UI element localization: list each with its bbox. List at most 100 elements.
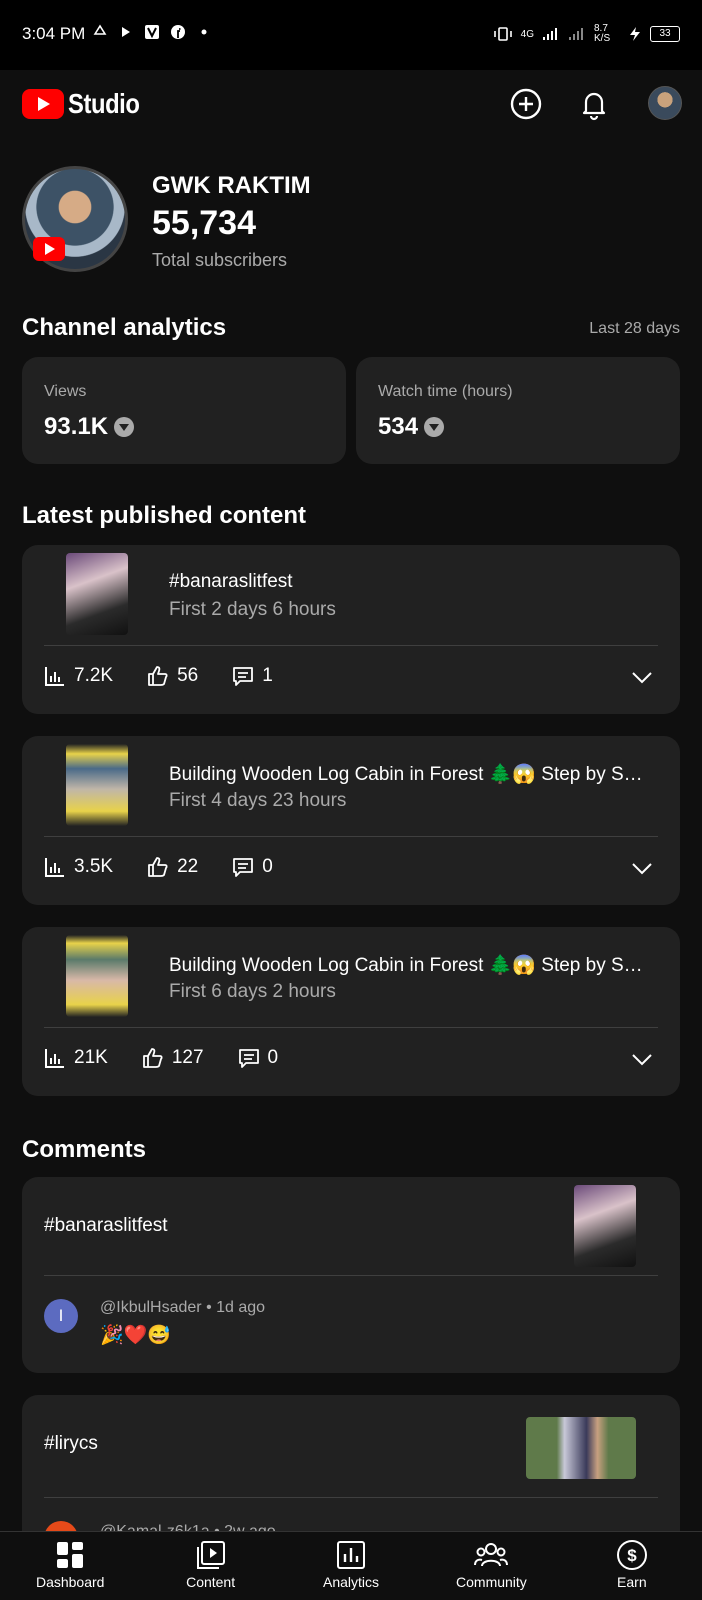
- comment-text: 🎉❤️😅: [100, 1325, 171, 1346]
- comments-count: 0: [267, 1047, 279, 1068]
- video-title: Building Wooden Log Cabin in Forest 🌲😱 S…: [169, 955, 647, 976]
- comment-video-title: #lirycs: [44, 1433, 98, 1454]
- views-label: Views: [44, 383, 87, 400]
- bar-chart-icon: [45, 667, 64, 686]
- subscriber-count: 55,734: [152, 204, 256, 242]
- views-count: 3.5K: [74, 856, 114, 877]
- views-count: 21K: [74, 1047, 108, 1068]
- nav-content[interactable]: Content: [140, 1532, 280, 1600]
- status-bar: 3:04 PM 4G 8.7 K/S 33: [0, 0, 702, 70]
- channel-avatar[interactable]: [22, 166, 128, 272]
- watch-time-label: Watch time (hours): [378, 383, 513, 400]
- divider: [44, 1275, 658, 1276]
- vibrate-icon: [493, 27, 512, 41]
- nav-community[interactable]: Community: [421, 1532, 561, 1600]
- divider: [44, 836, 658, 837]
- likes-metric: 22: [147, 856, 198, 878]
- comment-video-title: #banaraslitfest: [44, 1215, 168, 1236]
- watch-time-number: 534: [378, 413, 419, 440]
- like-icon: [148, 666, 168, 686]
- comment-video-thumbnail: [574, 1185, 636, 1267]
- content-icon: [196, 1541, 225, 1569]
- nav-earn[interactable]: $ Earn: [562, 1532, 702, 1600]
- chevron-down-icon[interactable]: [630, 1047, 654, 1071]
- views-count: 7.2K: [74, 665, 114, 686]
- bar-chart-icon: [45, 858, 64, 877]
- youtube-icon: [22, 89, 64, 119]
- nav-analytics-label: Analytics: [323, 1574, 380, 1590]
- content-card[interactable]: Building Wooden Log Cabin in Forest 🌲😱 S…: [22, 736, 680, 905]
- views-metric: 7.2K: [44, 665, 113, 687]
- signal-icon: [543, 28, 557, 40]
- likes-metric: 127: [142, 1047, 204, 1069]
- video-metrics: 7.2K 56 1: [44, 665, 307, 687]
- app-header: Studio: [0, 70, 702, 138]
- divider: [44, 1027, 658, 1028]
- dashboard-icon: [57, 1542, 84, 1568]
- signal-icon-2: [569, 28, 583, 40]
- video-period: First 2 days 6 hours: [169, 599, 336, 620]
- app-name: Studio: [68, 88, 140, 119]
- bar-chart-icon: [45, 1049, 64, 1068]
- comment-author: @IkbulHsader • 1d ago: [100, 1299, 266, 1316]
- v-app-icon: [145, 25, 159, 39]
- video-title: #banaraslitfest: [169, 571, 293, 592]
- nav-content-label: Content: [186, 1574, 236, 1590]
- status-time: 3:04 PM: [22, 24, 86, 43]
- chevron-down-icon[interactable]: [630, 665, 654, 689]
- comment-icon: [233, 858, 254, 877]
- latest-content-title: Latest published content: [22, 502, 307, 529]
- youtube-studio-logo[interactable]: Studio: [22, 88, 152, 120]
- create-icon[interactable]: [508, 86, 544, 122]
- channel-name: GWK RAKTIM: [152, 172, 311, 199]
- notification-icons: [92, 24, 212, 40]
- subscriber-label: Total subscribers: [152, 250, 288, 270]
- comments-metric: 1: [232, 665, 273, 687]
- network-speed: 8.7 K/S: [594, 23, 611, 44]
- system-icons: 4G 8.7 K/S 33: [493, 24, 680, 44]
- channel-summary: GWK RAKTIM 55,734 Total subscribers: [22, 166, 682, 276]
- video-thumbnail: [66, 935, 128, 1017]
- nav-community-label: Community: [456, 1574, 527, 1590]
- battery-level: 33: [650, 26, 680, 42]
- video-metrics: 3.5K 22 0: [44, 856, 307, 878]
- content-card[interactable]: #banaraslitfest First 2 days 6 hours 7.2…: [22, 545, 680, 714]
- nav-analytics[interactable]: Analytics: [281, 1532, 421, 1600]
- nav-dashboard[interactable]: Dashboard: [0, 1532, 140, 1600]
- account-avatar[interactable]: [648, 86, 682, 120]
- divider: [44, 1497, 658, 1498]
- content-card[interactable]: Building Wooden Log Cabin in Forest 🌲😱 S…: [22, 927, 680, 1096]
- chevron-down-icon[interactable]: [630, 856, 654, 880]
- down-arrow-icon: [424, 417, 445, 437]
- youtube-badge-icon: [33, 237, 65, 261]
- notifications-icon[interactable]: [576, 86, 612, 122]
- likes-count: 56: [177, 665, 199, 686]
- video-thumbnail: [66, 744, 128, 826]
- video-metrics: 21K 127 0: [44, 1047, 312, 1069]
- analytics-title: Channel analytics: [22, 314, 227, 341]
- video-title: Building Wooden Log Cabin in Forest 🌲😱 S…: [169, 764, 647, 785]
- charging-icon: [630, 27, 640, 41]
- views-metric: 3.5K: [44, 856, 113, 878]
- watch-time-card[interactable]: Watch time (hours) 534: [356, 357, 680, 464]
- watch-time-value: 534: [378, 413, 445, 441]
- earn-icon: $: [616, 1540, 647, 1570]
- comment-card[interactable]: #banaraslitfest I @IkbulHsader • 1d ago …: [22, 1177, 680, 1373]
- comments-count: 0: [262, 856, 273, 877]
- comments-title: Comments: [22, 1136, 147, 1163]
- views-card[interactable]: Views 93.1K: [22, 357, 346, 464]
- facebook-icon: [171, 25, 185, 39]
- down-arrow-icon: [114, 417, 135, 437]
- commenter-avatar[interactable]: I: [44, 1299, 78, 1333]
- comment-video-thumbnail: [526, 1417, 636, 1479]
- comment-icon: [238, 1049, 259, 1068]
- divider: [44, 645, 658, 646]
- likes-metric: 56: [147, 665, 198, 687]
- network-type: 4G: [520, 28, 534, 40]
- video-period: First 6 days 2 hours: [169, 981, 336, 1002]
- community-icon: [474, 1543, 509, 1567]
- likes-count: 22: [177, 856, 199, 877]
- video-thumbnail: [66, 553, 128, 635]
- nav-dashboard-label: Dashboard: [35, 1574, 105, 1590]
- recycle-icon: [93, 24, 107, 35]
